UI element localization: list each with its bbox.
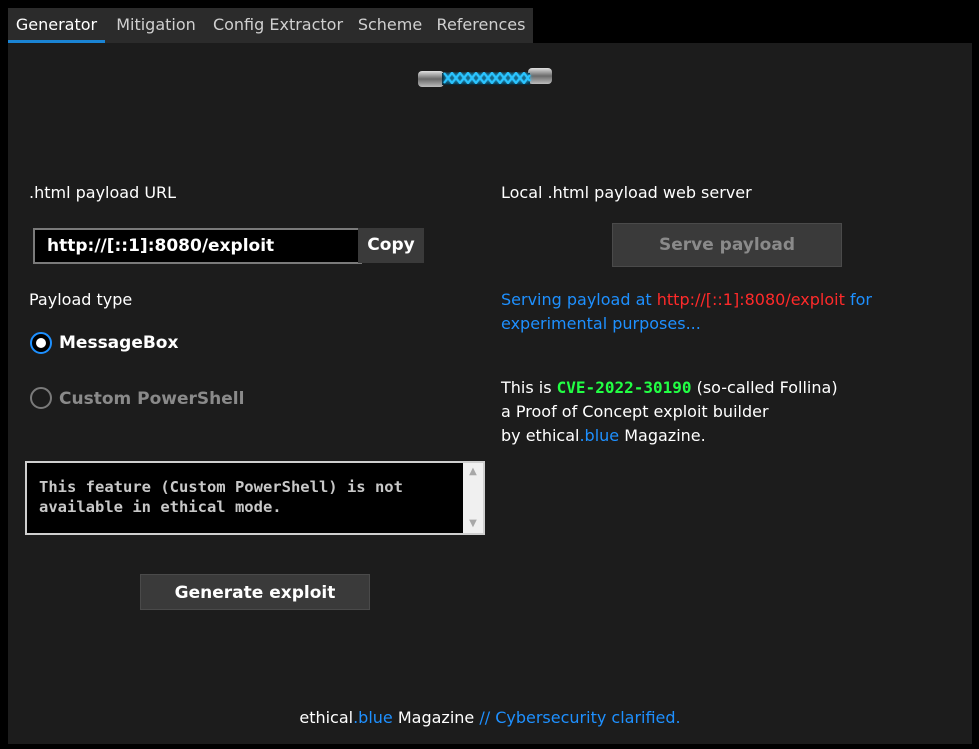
serve-payload-button[interactable]: Serve payload	[612, 223, 842, 267]
about-text: This is CVE-2022-30190 (so-called Follin…	[501, 376, 838, 448]
tab-mitigation[interactable]: Mitigation	[109, 8, 203, 43]
footer-separator: //	[479, 708, 491, 727]
scroll-up-icon[interactable]: ▲	[463, 463, 483, 481]
payload-url-label: .html payload URL	[29, 183, 177, 202]
textbox-content: This feature (Custom PowerShell) is not …	[39, 478, 403, 516]
generator-panel: .html payload URL http://[::1]:8080/expl…	[8, 43, 972, 744]
scroll-down-icon[interactable]: ▼	[463, 515, 483, 533]
serving-line2: experimental purposes...	[501, 314, 701, 333]
serving-url: http://[::1]:8080/exploit	[656, 290, 845, 309]
messagebox-radio-label[interactable]: MessageBox	[59, 333, 178, 353]
textbox-scrollbar[interactable]: ▲ ▼	[463, 463, 483, 533]
custom-powershell-radio	[30, 387, 52, 409]
about-line2: a Proof of Concept exploit builder	[501, 402, 769, 421]
footer: ethical.blue Magazine // Cybersecurity c…	[8, 708, 972, 727]
about-prefix: This is	[501, 378, 557, 397]
messagebox-radio[interactable]	[30, 332, 52, 354]
app-window: Generator Mitigation Config Extractor Sc…	[0, 0, 979, 749]
tab-references[interactable]: References	[433, 8, 529, 43]
serving-suffix: for	[844, 290, 872, 309]
footer-brand-magazine: Magazine	[392, 708, 480, 727]
about-line3-suffix: Magazine.	[619, 426, 706, 445]
custom-powershell-radio-label: Custom PowerShell	[59, 389, 245, 409]
glowing-coil-icon	[418, 68, 552, 87]
tab-generator[interactable]: Generator	[8, 8, 105, 43]
footer-tagline-end[interactable]: clarified.	[606, 708, 680, 727]
web-server-label: Local .html payload web server	[501, 183, 752, 202]
payload-type-label: Payload type	[29, 290, 133, 309]
cve-id: CVE-2022-30190	[556, 378, 692, 397]
footer-brand-blue: .blue	[353, 708, 393, 727]
about-line3-prefix: by ethical	[501, 426, 580, 445]
about-line3-blue: .blue	[579, 426, 620, 445]
tab-bar: Generator Mitigation Config Extractor Sc…	[8, 8, 533, 43]
tab-config-extractor[interactable]: Config Extractor	[207, 8, 349, 43]
footer-tagline[interactable]: Cybersecurity	[490, 708, 606, 727]
powershell-textbox[interactable]: This feature (Custom PowerShell) is not …	[25, 461, 485, 535]
serving-prefix: Serving payload at	[501, 290, 657, 309]
generate-exploit-button[interactable]: Generate exploit	[140, 574, 370, 610]
footer-brand: ethical	[299, 708, 354, 727]
tab-scheme[interactable]: Scheme	[353, 8, 427, 43]
payload-url-input[interactable]: http://[::1]:8080/exploit	[33, 228, 362, 264]
copy-button[interactable]: Copy	[358, 228, 424, 263]
serving-status: Serving payload at http://[::1]:8080/exp…	[501, 288, 872, 336]
about-suffix: (so-called Follina)	[691, 378, 838, 397]
